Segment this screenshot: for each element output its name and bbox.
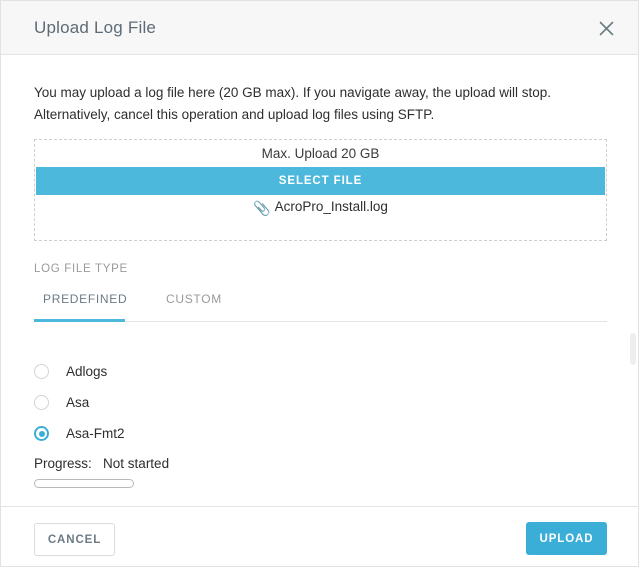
log-file-type-label: LOG FILE TYPE [34, 263, 128, 275]
radio-option-asa[interactable]: Asa [34, 387, 434, 418]
select-file-button[interactable]: SELECT FILE [36, 167, 605, 195]
scrollbar-thumb[interactable] [630, 333, 636, 365]
progress-bar [34, 479, 134, 488]
log-file-type-tabs: PREDEFINED CUSTOM [34, 292, 607, 322]
tab-predefined[interactable]: PREDEFINED [43, 292, 127, 318]
radio-option-label: Asa [66, 395, 90, 410]
tab-custom[interactable]: CUSTOM [166, 292, 222, 318]
upload-log-file-dialog: Upload Log File You may upload a log fil… [0, 0, 639, 567]
upload-button[interactable]: UPLOAD [526, 522, 607, 555]
progress-label: Progress: [34, 456, 92, 471]
progress-section: Progress: Not started [34, 456, 334, 488]
radio-option-label: Adlogs [66, 364, 108, 379]
progress-status: Not started [103, 456, 170, 471]
radio-icon-selected [34, 426, 49, 441]
dialog-title: Upload Log File [34, 18, 157, 37]
max-upload-label: Max. Upload 20 GB [261, 146, 380, 161]
selected-file-row: 📎 AcroPro_Install.log [35, 199, 606, 216]
log-type-radio-group: Adlogs Asa Asa-Fmt2 [34, 356, 434, 449]
file-dropzone[interactable]: Max. Upload 20 GB SELECT FILE 📎 AcroPro_… [34, 139, 607, 241]
content-scrollbar[interactable] [629, 56, 637, 506]
cancel-button[interactable]: CANCEL [34, 523, 115, 556]
radio-option-asa-fmt2[interactable]: Asa-Fmt2 [34, 418, 434, 449]
intro-text: You may upload a log file here (20 GB ma… [34, 85, 552, 122]
dialog-header: Upload Log File [1, 1, 638, 55]
selected-file-name: AcroPro_Install.log [274, 199, 388, 214]
active-tab-underline [34, 319, 125, 322]
close-button[interactable] [593, 15, 619, 41]
dialog-body: You may upload a log file here (20 GB ma… [1, 56, 638, 506]
radio-icon [34, 364, 49, 379]
paperclip-icon: 📎 [253, 199, 271, 216]
progress-status-row: Progress: Not started [34, 456, 334, 471]
radio-option-adlogs[interactable]: Adlogs [34, 356, 434, 387]
radio-icon [34, 395, 49, 410]
close-icon [599, 21, 614, 36]
radio-option-label: Asa-Fmt2 [66, 426, 125, 441]
